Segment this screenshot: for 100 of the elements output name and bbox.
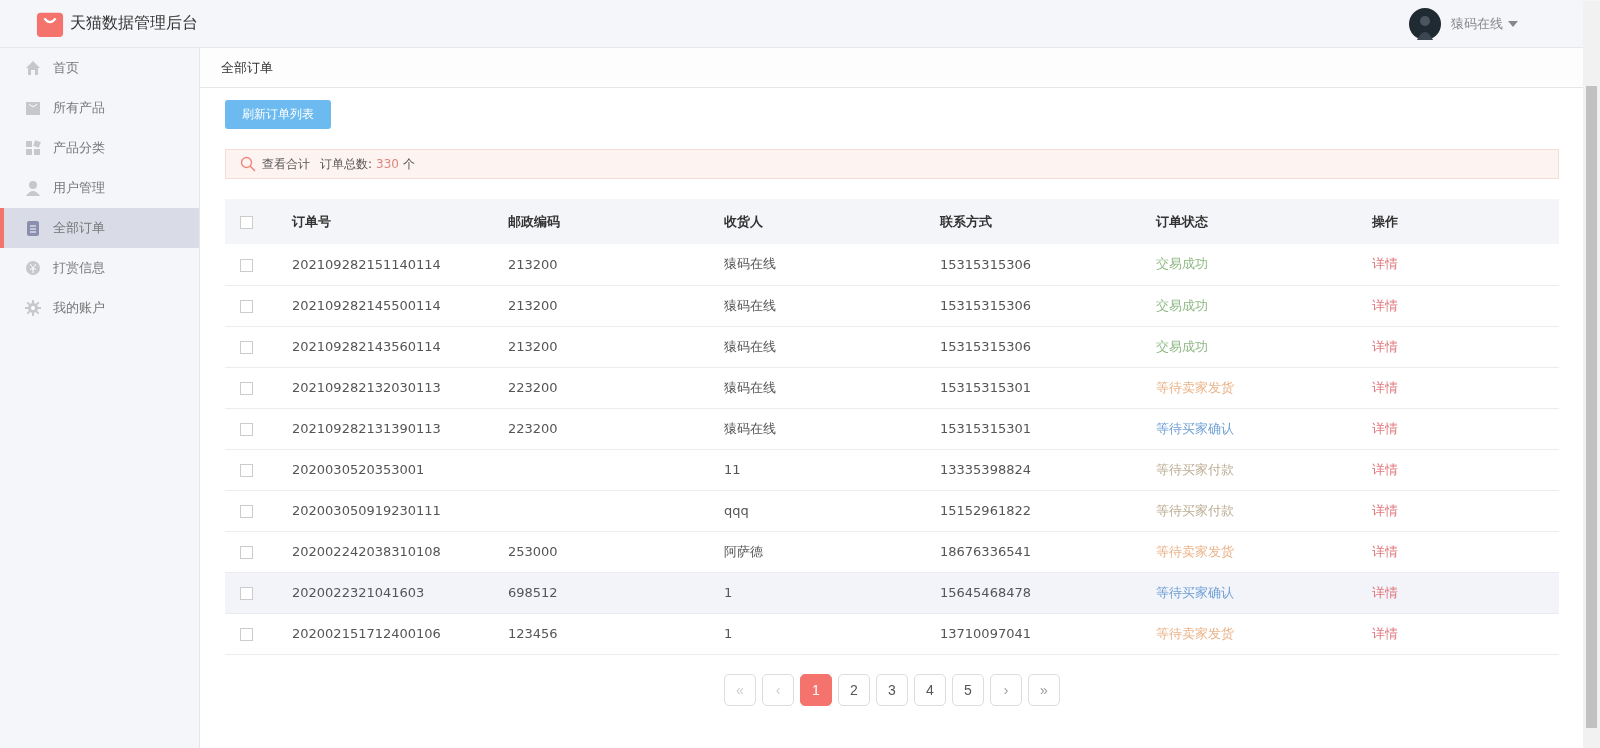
page-nav-button[interactable]: » [1028, 673, 1060, 706]
column-header: 收货人 [724, 213, 763, 229]
details-link[interactable]: 详情 [1372, 625, 1398, 641]
row-checkbox[interactable] [240, 464, 253, 477]
row-checkbox[interactable] [240, 546, 253, 559]
table-cell: 猿码在线 [724, 256, 776, 272]
table-cell: 18676336541 [940, 544, 1031, 559]
sidebar-item[interactable]: 全部订单 [0, 208, 199, 248]
table-cell: 15315315306 [940, 339, 1031, 354]
order-status: 交易成功 [1156, 338, 1208, 354]
order-status: 等待卖家发货 [1156, 625, 1234, 641]
order-total-label: 订单总数: [320, 155, 373, 173]
details-link[interactable]: 详情 [1372, 584, 1398, 600]
row-checkbox[interactable] [240, 505, 253, 518]
table-cell: 202003050919230111 [292, 503, 441, 518]
table-cell: 213200 [508, 256, 558, 272]
order-status: 交易成功 [1156, 256, 1208, 272]
row-checkbox[interactable] [240, 628, 253, 641]
table-cell: 15315315301 [940, 380, 1031, 395]
coin-icon [25, 260, 41, 276]
order-status: 交易成功 [1156, 297, 1208, 313]
order-status: 等待卖家发货 [1156, 379, 1234, 395]
row-checkbox[interactable] [240, 382, 253, 395]
table-cell: 213200 [508, 339, 558, 354]
table-cell: 猿码在线 [724, 420, 776, 436]
table-cell: 123456 [508, 626, 558, 641]
app-title: 天猫数据管理后台 [70, 13, 198, 34]
table-cell: 13710097041 [940, 626, 1031, 641]
column-header: 操作 [1372, 213, 1398, 229]
table-cell: 202002242038310108 [292, 544, 441, 559]
table-cell: 223200 [508, 421, 558, 436]
table-cell: 15315315306 [940, 298, 1031, 313]
column-header: 联系方式 [940, 213, 992, 229]
sidebar-item[interactable]: 首页 [0, 48, 199, 88]
table-cell: 253000 [508, 544, 558, 559]
order-status: 等待买家确认 [1156, 584, 1234, 600]
table-cell: 1 [724, 585, 733, 600]
details-link[interactable]: 详情 [1372, 297, 1398, 313]
table-cell: 1 [724, 626, 733, 641]
table-cell: 猿码在线 [724, 338, 776, 354]
table-cell: 202109282145500114 [292, 298, 441, 313]
sidebar-item[interactable]: 所有产品 [0, 88, 199, 128]
order-status: 等待买家确认 [1156, 420, 1234, 436]
order-status: 等待买家付款 [1156, 502, 1234, 518]
search-icon [240, 156, 256, 172]
details-link[interactable]: 详情 [1372, 543, 1398, 559]
table-cell: 2020022321041603 [292, 585, 425, 600]
table-cell: 15315315301 [940, 421, 1031, 436]
page-button[interactable]: 2 [838, 673, 870, 706]
order-total-unit: 个 [402, 155, 415, 173]
envelope-icon [25, 100, 41, 116]
column-header: 订单号 [292, 213, 331, 229]
user-icon [25, 180, 41, 196]
table-cell: 猿码在线 [724, 379, 776, 395]
page-button[interactable]: 3 [876, 673, 908, 706]
column-header: 订单状态 [1156, 213, 1208, 229]
page-button[interactable]: 1 [800, 673, 832, 706]
order-total: 330 [376, 157, 399, 171]
order-status: 等待买家付款 [1156, 461, 1234, 477]
row-checkbox[interactable] [240, 300, 253, 313]
clipboard-icon [25, 220, 41, 236]
sidebar-item[interactable]: 用户管理 [0, 168, 199, 208]
grid-icon [25, 140, 41, 156]
row-checkbox[interactable] [240, 258, 253, 272]
summary-label: 查看合计 [262, 155, 310, 173]
home-icon [25, 60, 41, 76]
scrollbar[interactable] [1583, 1, 1600, 748]
table-cell: 202109282131390113 [292, 421, 441, 436]
row-checkbox[interactable] [240, 587, 253, 600]
table-cell: 202109282132030113 [292, 380, 441, 395]
table-cell: 11 [724, 462, 741, 477]
table-cell: 2020030520353001 [292, 462, 425, 477]
details-link[interactable]: 详情 [1372, 379, 1398, 395]
row-checkbox[interactable] [240, 341, 253, 354]
column-header: 邮政编码 [508, 213, 560, 229]
row-checkbox[interactable] [240, 423, 253, 436]
details-link[interactable]: 详情 [1372, 502, 1398, 518]
page-button[interactable]: 5 [952, 673, 984, 706]
table-cell: 13335398824 [940, 462, 1031, 477]
table-cell: 15315315306 [940, 256, 1031, 272]
table-cell: 213200 [508, 298, 558, 313]
select-all-checkbox[interactable] [240, 216, 253, 229]
page-nav-button[interactable]: › [990, 673, 1022, 706]
table-cell: qqq [724, 503, 749, 518]
sidebar-item[interactable]: 我的账户 [0, 288, 199, 328]
table-cell: 阿萨德 [724, 543, 763, 559]
details-link[interactable]: 详情 [1372, 461, 1398, 477]
caret-icon [1508, 20, 1518, 27]
avatar[interactable] [1409, 7, 1441, 40]
details-link[interactable]: 详情 [1372, 420, 1398, 436]
page-button[interactable]: 4 [914, 673, 946, 706]
table-cell: 15152961822 [940, 503, 1031, 518]
details-link[interactable]: 详情 [1372, 256, 1398, 272]
breadcrumb: 全部订单 [221, 58, 273, 77]
order-status: 等待卖家发货 [1156, 543, 1234, 559]
details-link[interactable]: 详情 [1372, 338, 1398, 354]
refresh-button[interactable]: 刷新订单列表 [225, 100, 331, 129]
sidebar-item[interactable]: 产品分类 [0, 128, 199, 168]
user-menu[interactable]: 猿码在线 [1451, 14, 1518, 33]
sidebar-item[interactable]: 打赏信息 [0, 248, 199, 288]
